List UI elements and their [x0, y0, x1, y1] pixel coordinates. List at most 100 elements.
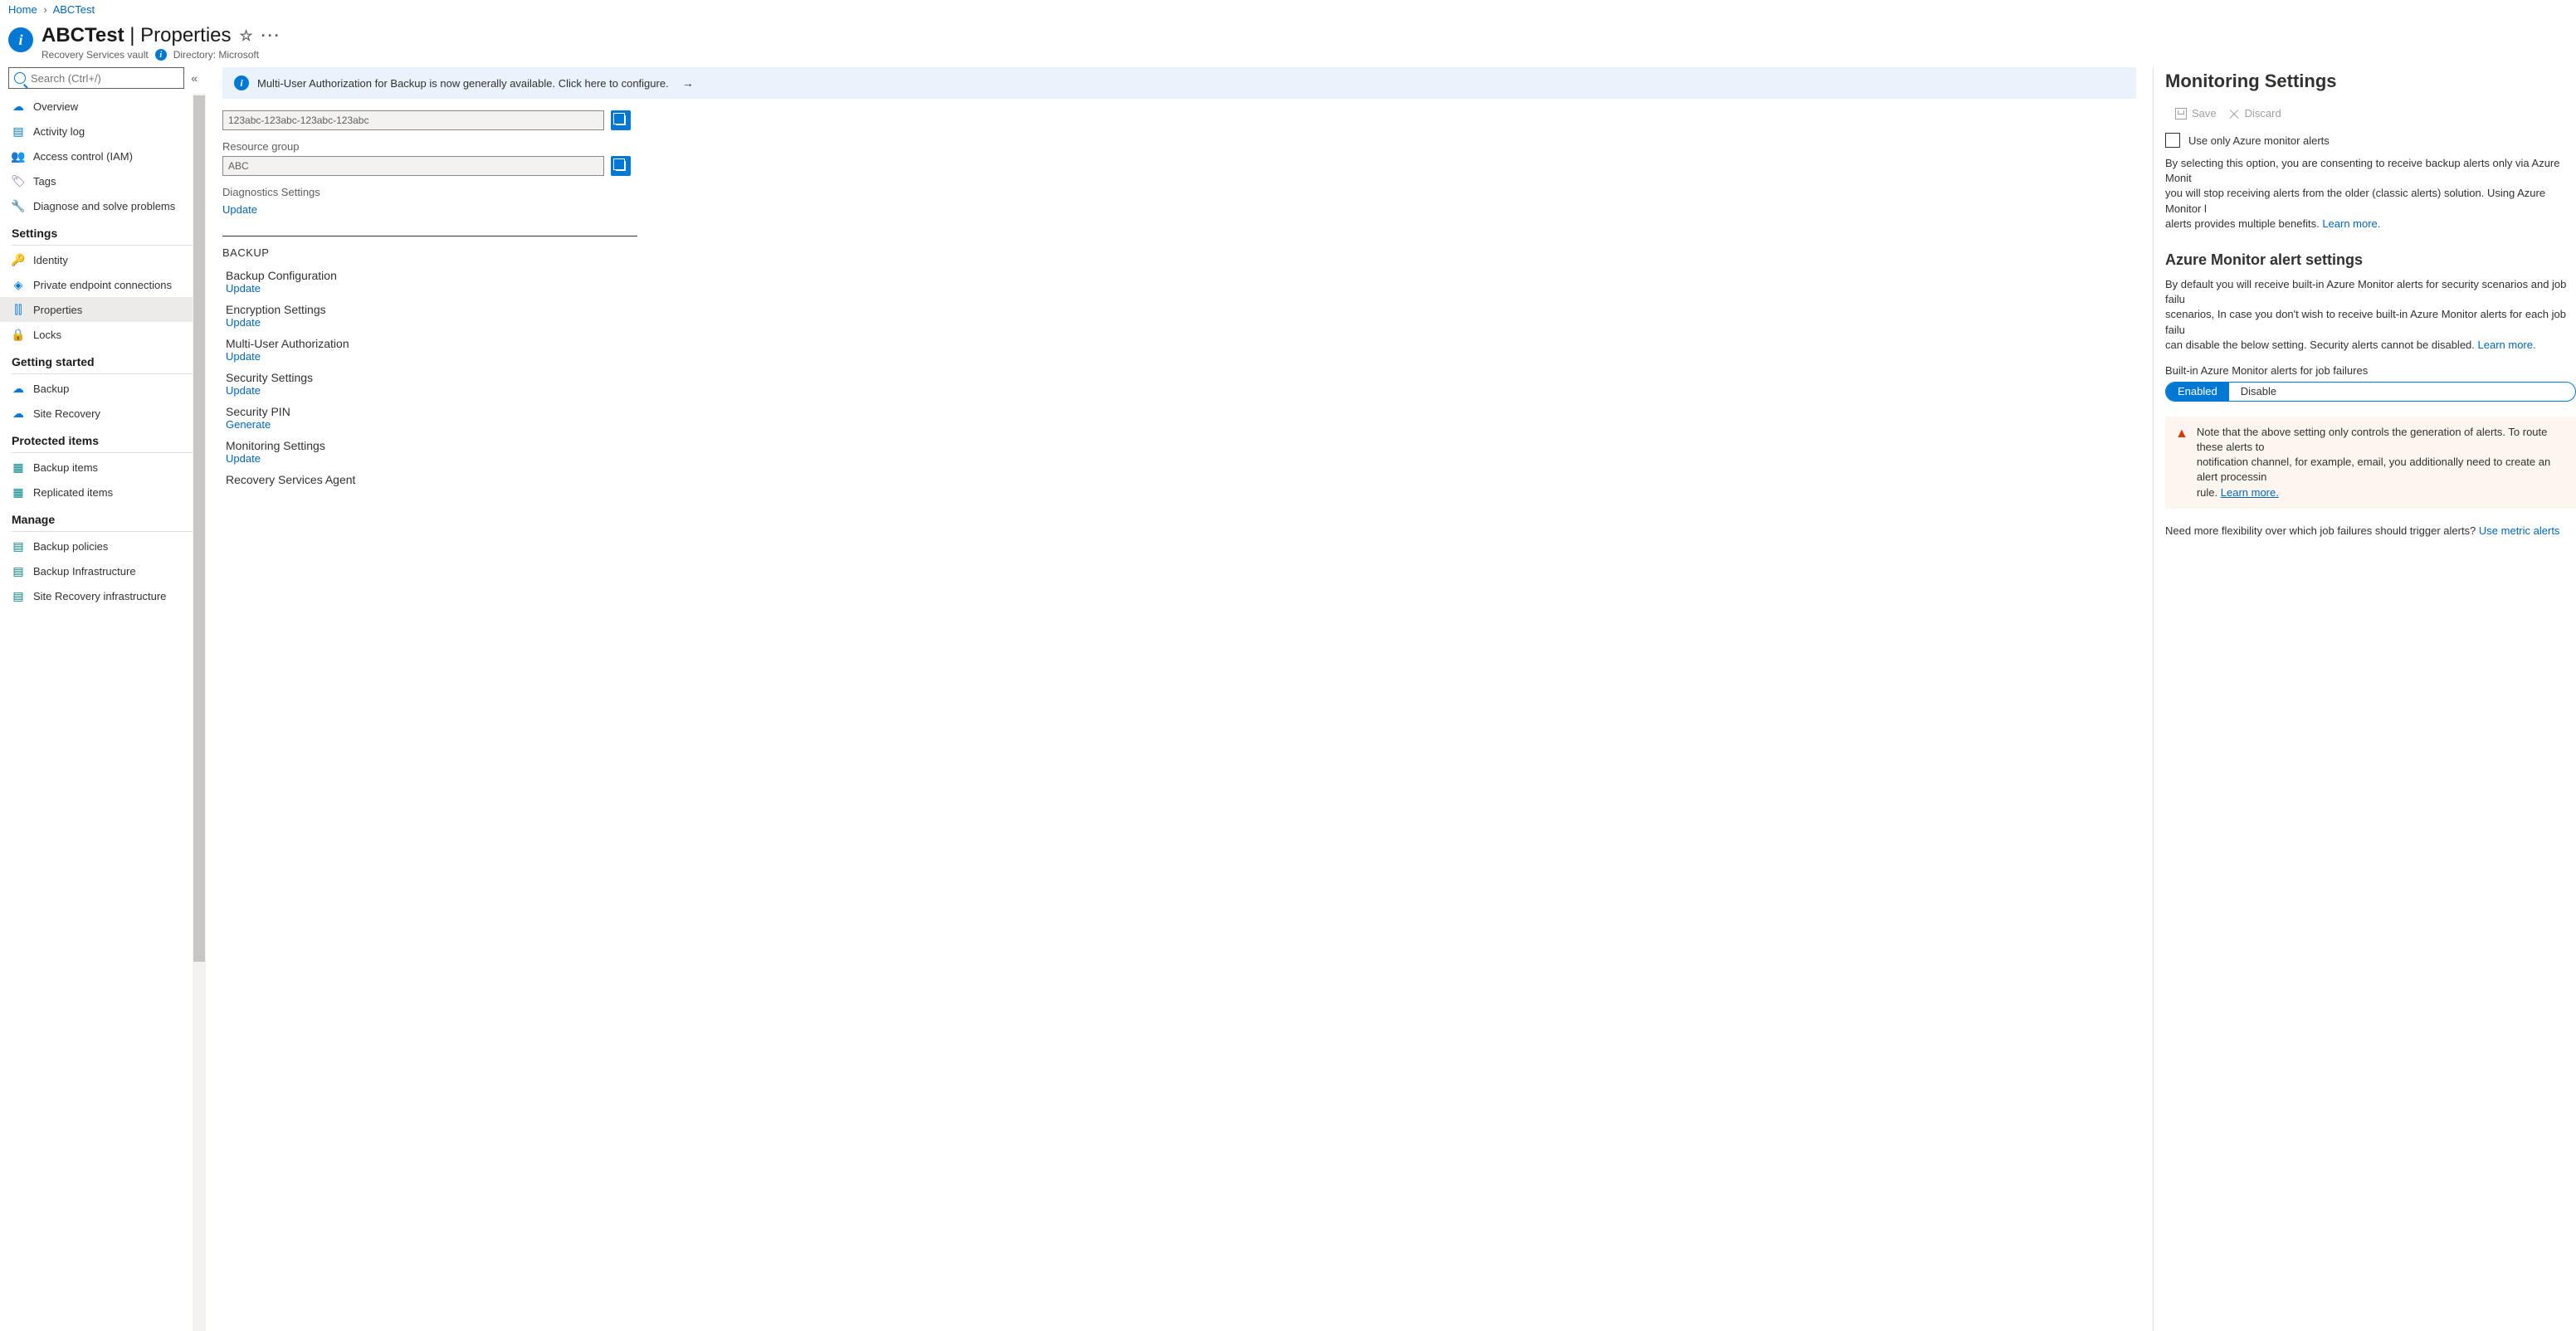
subtitle-type: Recovery Services vault [41, 49, 149, 61]
learn-more-link[interactable]: Learn more. [2322, 217, 2380, 230]
sidebar-item-backup-policies[interactable]: ▤Backup policies [0, 534, 206, 558]
collapse-sidebar-icon[interactable]: « [191, 71, 198, 85]
warning-note: ▲ Note that the above setting only contr… [2165, 417, 2576, 509]
para-line: scenarios, In case you don't wish to rec… [2165, 308, 2566, 335]
backup-section-title: BACKUP [222, 246, 2136, 259]
warn-line: rule. [2197, 486, 2221, 499]
sidebar-item-locks[interactable]: 🔒 Locks [0, 322, 206, 347]
prop-label: Security Settings [226, 371, 2136, 384]
panel-description: By selecting this option, you are consen… [2165, 156, 2576, 232]
endpoint-icon: ◈ [12, 278, 25, 291]
sidebar-item-label: Replicated items [33, 486, 113, 499]
sidebar-nav[interactable]: ☁Overview ▤Activity log 👥Access control … [0, 94, 206, 1331]
sidebar-item-diagnose[interactable]: 🔧Diagnose and solve problems [0, 193, 206, 218]
copy-rg-button[interactable] [611, 156, 631, 176]
sidebar-item-label: Backup Infrastructure [33, 565, 136, 578]
favorite-star-icon[interactable]: ☆ [240, 27, 253, 45]
sidebar-item-properties[interactable]: ⫿⫿Properties [0, 297, 206, 322]
sidebar-section-getting-started: Getting started [0, 347, 206, 372]
prop-label: Recovery Services Agent [226, 473, 2136, 486]
warn-line: Note that the above setting only control… [2197, 426, 2548, 453]
monitoring-update-link[interactable]: Update [226, 452, 261, 465]
security-update-link[interactable]: Update [226, 384, 261, 397]
warn-line: notification channel, for example, email… [2197, 456, 2550, 483]
info-banner[interactable]: i Multi-User Authorization for Backup is… [222, 67, 2136, 99]
search-input-wrapper[interactable] [8, 67, 184, 89]
mua-block: Multi-User Authorization Update [226, 337, 2136, 363]
recovery-agent-block: Recovery Services Agent [226, 473, 2136, 486]
sidebar-item-backup[interactable]: ☁Backup [0, 376, 206, 401]
backup-config-block: Backup Configuration Update [226, 269, 2136, 295]
sidebar-section-manage: Manage [0, 505, 206, 529]
diagnostics-label: Diagnostics Settings [222, 186, 2136, 198]
divider [12, 245, 194, 246]
discard-button[interactable]: Discard [2228, 107, 2281, 119]
monitoring-settings-panel: Monitoring Settings Save Discard Use onl… [2153, 67, 2576, 1331]
sidebar-item-label: Site Recovery [33, 407, 100, 420]
lock-icon: 🔒 [12, 328, 25, 341]
main-content: i Multi-User Authorization for Backup is… [206, 67, 2153, 1331]
vault-info-icon: i [8, 27, 33, 52]
title-page: Properties [140, 24, 231, 46]
scrollbar-track[interactable] [193, 94, 206, 1331]
sidebar-item-activity-log[interactable]: ▤Activity log [0, 119, 206, 144]
sidebar-item-backup-items[interactable]: ▦Backup items [0, 455, 206, 480]
close-icon [2228, 108, 2240, 119]
panel-toolbar: Save Discard [2165, 100, 2576, 131]
sidebar-item-label: Diagnose and solve problems [33, 200, 175, 212]
use-metric-alerts-link[interactable]: Use metric alerts [2479, 524, 2560, 537]
checkbox-label: Use only Azure monitor alerts [2188, 134, 2330, 147]
breadcrumb-home[interactable]: Home [8, 3, 37, 16]
mua-update-link[interactable]: Update [226, 350, 261, 363]
azure-monitor-heading: Azure Monitor alert settings [2165, 251, 2576, 269]
copy-id-button[interactable] [611, 110, 631, 130]
sidebar-item-backup-infrastructure[interactable]: ▤Backup Infrastructure [0, 558, 206, 583]
backup-config-update-link[interactable]: Update [226, 282, 261, 295]
encryption-update-link[interactable]: Update [226, 316, 261, 329]
sidebar-item-label: Properties [33, 304, 82, 316]
sidebar-item-site-recovery[interactable]: ☁Site Recovery [0, 401, 206, 426]
diagnostics-update-link[interactable]: Update [222, 203, 257, 216]
toggle-enabled[interactable]: Enabled [2166, 383, 2229, 401]
breadcrumb-current[interactable]: ABCTest [53, 3, 95, 16]
sidebar-item-private-endpoint[interactable]: ◈Private endpoint connections [0, 272, 206, 297]
title-resource-name: ABCTest [41, 24, 124, 46]
more-actions-icon[interactable]: ··· [261, 27, 281, 45]
copy-icon [616, 115, 626, 125]
sidebar-section-settings: Settings [0, 218, 206, 243]
breadcrumb: Home › ABCTest [0, 0, 2576, 19]
job-failure-alerts-toggle[interactable]: Enabled Disable [2165, 382, 2576, 402]
use-only-azure-checkbox[interactable] [2165, 133, 2180, 148]
sidebar-item-label: Locks [33, 329, 61, 341]
sidebar-item-identity[interactable]: 🔑Identity [0, 247, 206, 272]
security-pin-generate-link[interactable]: Generate [226, 418, 271, 431]
security-settings-block: Security Settings Update [226, 371, 2136, 397]
search-input[interactable] [31, 72, 178, 85]
backup-items-icon: ▦ [12, 461, 25, 474]
sidebar-item-tags[interactable]: 🏷Tags [0, 168, 206, 193]
sr-infra-icon: ▤ [12, 589, 25, 602]
sidebar-item-access-control[interactable]: 👥Access control (IAM) [0, 144, 206, 168]
learn-more-link-3[interactable]: Learn more. [2221, 486, 2279, 499]
resource-group-label: Resource group [222, 140, 2136, 153]
sidebar-item-overview[interactable]: ☁Overview [0, 94, 206, 119]
sidebar-item-site-recovery-infra[interactable]: ▤ Site Recovery infrastructure [0, 583, 206, 608]
sidebar-item-replicated-items[interactable]: ▦ Replicated items [0, 480, 206, 505]
policies-icon: ▤ [12, 539, 25, 553]
learn-more-link-2[interactable]: Learn more. [2478, 339, 2536, 351]
toggle-disable[interactable]: Disable [2229, 383, 2288, 401]
resource-id-field[interactable] [222, 110, 604, 130]
save-button[interactable]: Save [2175, 107, 2217, 119]
search-icon [14, 72, 26, 84]
prop-label: Multi-User Authorization [226, 337, 2136, 350]
tag-icon: 🏷 [12, 174, 25, 188]
divider [12, 373, 194, 374]
scrollbar-thumb[interactable] [193, 95, 205, 962]
resource-group-field[interactable] [222, 156, 604, 176]
log-icon: ▤ [12, 124, 25, 138]
replicated-items-icon: ▦ [12, 485, 25, 499]
para-line: alerts provides multiple benefits. [2165, 217, 2322, 230]
sidebar-item-label: Site Recovery infrastructure [33, 590, 166, 602]
info-icon[interactable]: i [155, 49, 167, 61]
sidebar-section-protected: Protected items [0, 426, 206, 451]
